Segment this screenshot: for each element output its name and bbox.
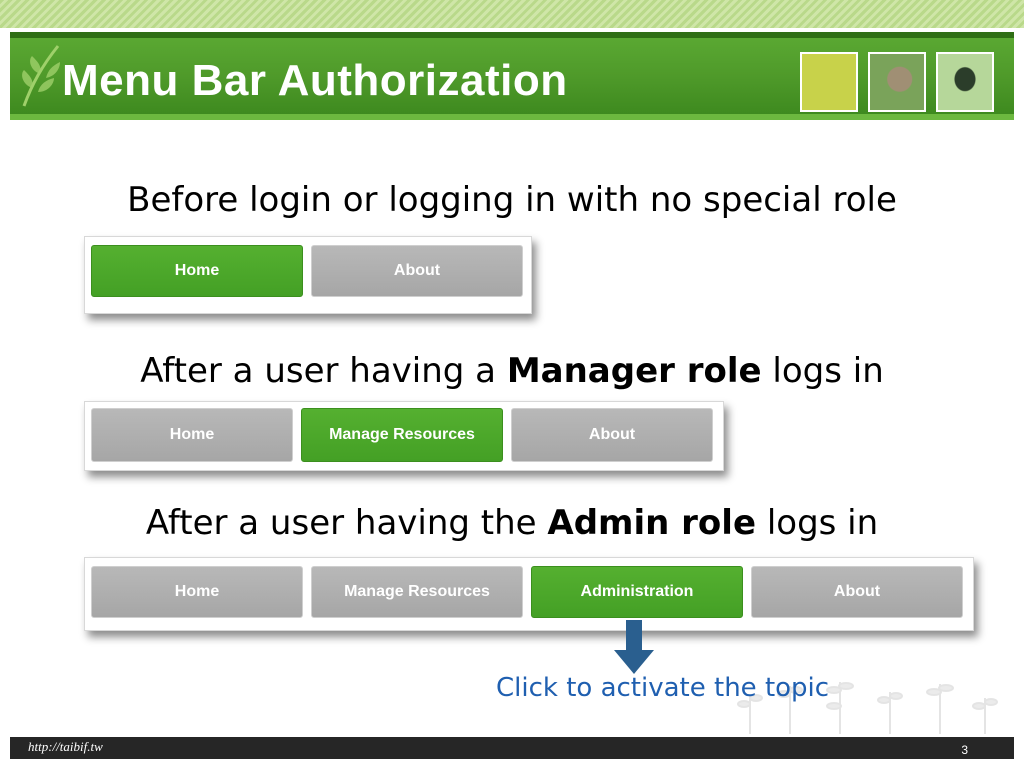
menu-item-manage-resources[interactable]: Manage Resources	[311, 566, 523, 618]
top-stripe-band	[0, 0, 1024, 28]
down-arrow-icon	[614, 620, 654, 674]
footer-url: http://taibif.tw	[28, 739, 103, 754]
title-bar: Menu Bar Authorization	[10, 32, 1014, 120]
menu-item-home[interactable]: Home	[91, 245, 303, 297]
page-number: 3	[961, 743, 968, 757]
title-underline	[10, 114, 1014, 120]
caption-role-name: Manager role	[506, 351, 762, 391]
click-to-activate-callout: Click to activate the topic	[496, 673, 830, 703]
thumbnail-dragonfly	[936, 52, 994, 112]
menu-bar-before-login: Home About	[84, 236, 532, 314]
leaf-icon	[22, 45, 60, 107]
header-thumbnails	[800, 52, 994, 112]
caption-admin-role: After a user having the Admin role logs …	[0, 503, 1024, 543]
menu-item-home[interactable]: Home	[91, 566, 303, 618]
caption-text: Before login or logging in with no speci…	[127, 180, 897, 220]
menu-item-home[interactable]: Home	[91, 408, 293, 462]
caption-text: After a user having a	[140, 351, 507, 391]
slide-title: Menu Bar Authorization	[62, 56, 568, 105]
menu-item-manage-resources[interactable]: Manage Resources	[301, 408, 503, 462]
thumbnail-butterfly	[868, 52, 926, 112]
menu-bar-manager: Home Manage Resources About	[84, 401, 724, 471]
caption-text: logs in	[761, 351, 884, 391]
menu-bar-admin: Home Manage Resources Administration Abo…	[84, 557, 974, 631]
footer-bar: http://taibif.tw 3	[10, 737, 1014, 759]
caption-text: After a user having the	[145, 503, 548, 543]
thumbnail-plain	[800, 52, 858, 112]
menu-item-administration[interactable]: Administration	[531, 566, 743, 618]
menu-item-about[interactable]: About	[511, 408, 713, 462]
menu-item-about[interactable]: About	[311, 245, 523, 297]
menu-item-about[interactable]: About	[751, 566, 963, 618]
caption-manager-role: After a user having a Manager role logs …	[0, 351, 1024, 391]
caption-text: logs in	[756, 503, 879, 543]
caption-before-login: Before login or logging in with no speci…	[0, 180, 1024, 220]
caption-role-name: Admin role	[547, 503, 757, 543]
